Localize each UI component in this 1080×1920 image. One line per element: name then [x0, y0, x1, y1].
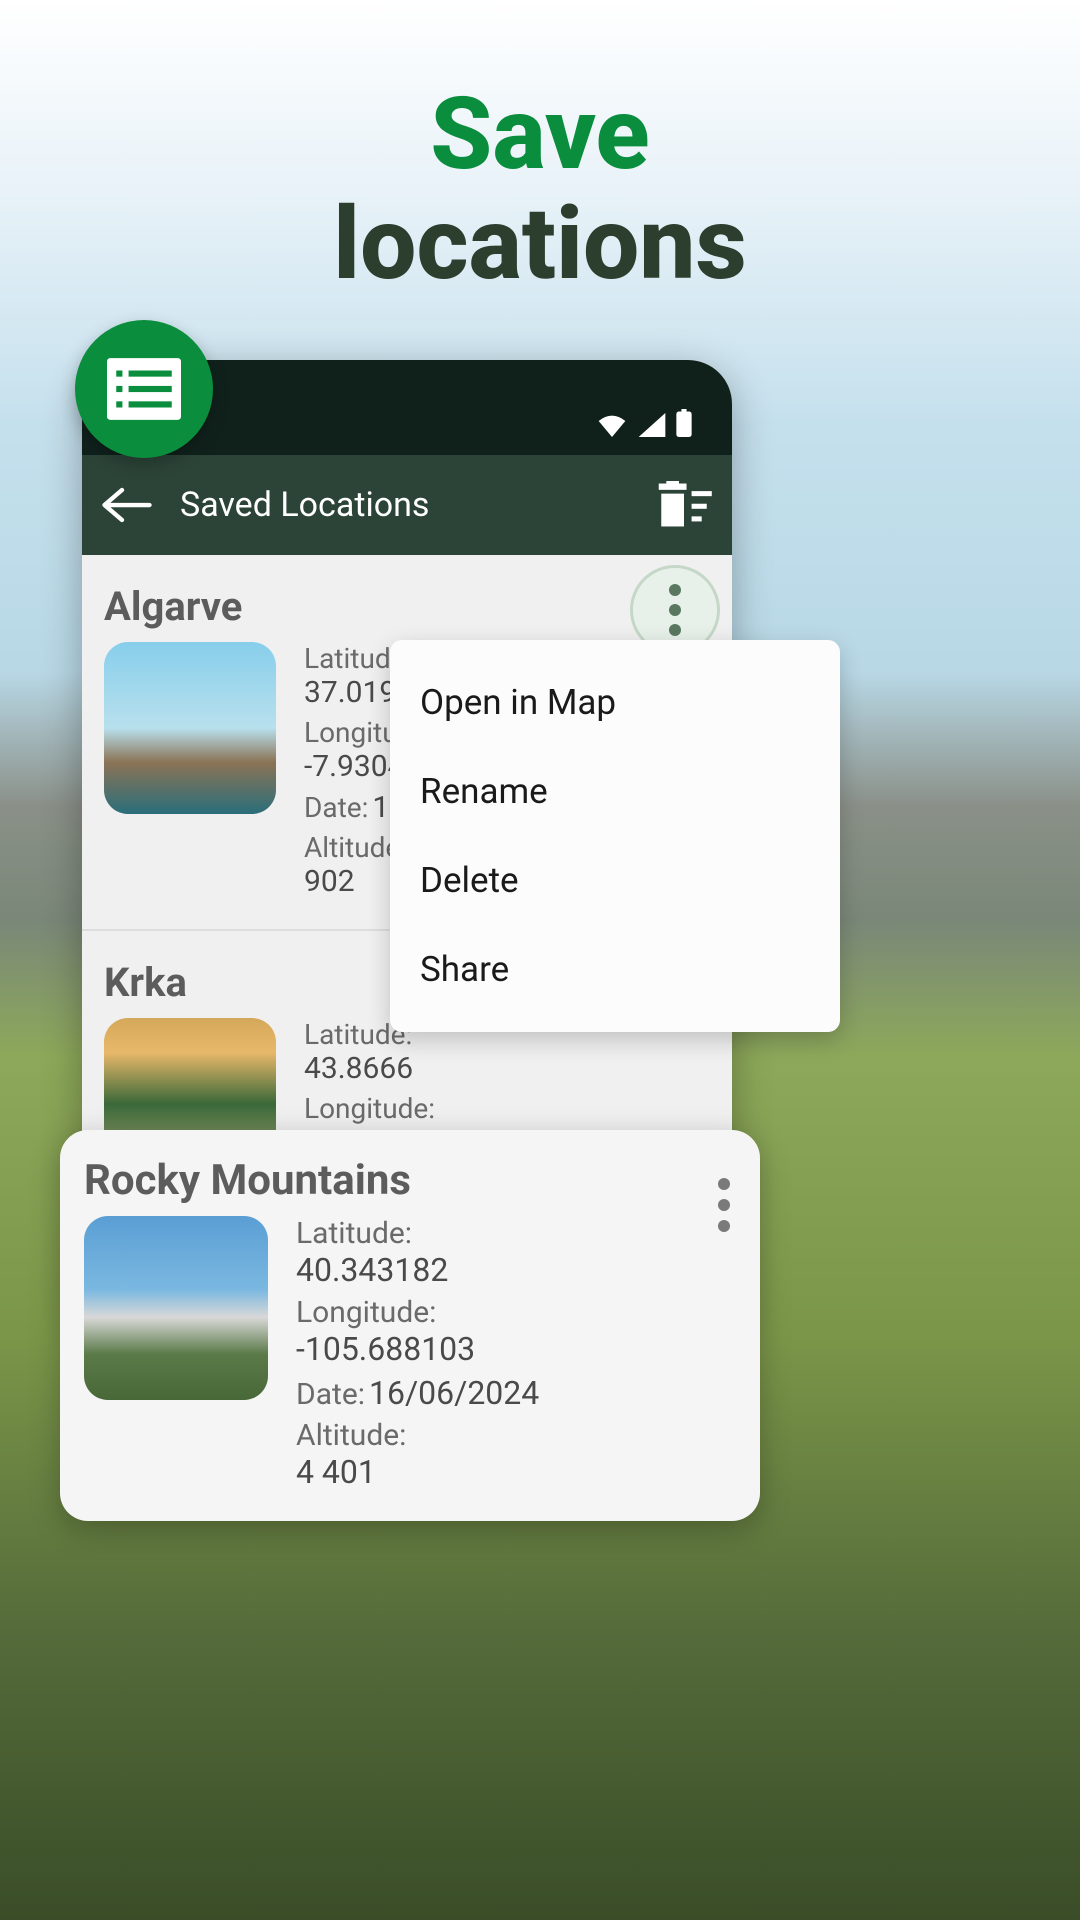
- app-bar-title: Saved Locations: [180, 485, 628, 525]
- signal-icon: [638, 413, 666, 437]
- date-label: Date:: [304, 791, 368, 824]
- battery-icon: [676, 409, 692, 437]
- promo-line2: locations: [0, 190, 1080, 300]
- location-meta: Latitude:40.343182 Longitude:-105.688103…: [296, 1216, 736, 1497]
- location-thumbnail: [104, 642, 276, 814]
- altitude-value: 902: [304, 864, 355, 899]
- longitude-value: -105.688103: [296, 1330, 475, 1368]
- longitude-label: Longitude:: [304, 1092, 710, 1125]
- more-vert-icon: [669, 604, 681, 616]
- item-menu-button[interactable]: [718, 1178, 730, 1232]
- more-vert-icon: [718, 1220, 730, 1232]
- app-bar: Saved Locations: [82, 455, 732, 555]
- promo-headline: Save locations: [0, 80, 1080, 300]
- longitude-label: Longitude:: [296, 1295, 736, 1330]
- more-vert-icon: [718, 1199, 730, 1211]
- date-value: 16/06/2024: [369, 1374, 539, 1412]
- more-vert-icon: [669, 624, 681, 636]
- delete-all-icon[interactable]: [656, 481, 712, 529]
- date-label: Date:: [296, 1377, 365, 1412]
- menu-delete[interactable]: Delete: [390, 836, 840, 925]
- context-menu: Open in Map Rename Delete Share: [390, 640, 840, 1032]
- list-fab-button[interactable]: [75, 320, 213, 458]
- location-thumbnail: [84, 1216, 268, 1400]
- latitude-label: Latitude:: [296, 1216, 736, 1251]
- altitude-value: 4 401: [296, 1453, 376, 1491]
- location-item-rocky-mountains[interactable]: Rocky Mountains Latitude:40.343182 Longi…: [60, 1130, 760, 1521]
- altitude-label: Altitude:: [296, 1418, 736, 1453]
- list-icon: [107, 358, 181, 420]
- more-vert-icon: [669, 584, 681, 596]
- latitude-value: 43.8666: [304, 1051, 413, 1086]
- wifi-icon: [596, 413, 628, 437]
- menu-share[interactable]: Share: [390, 925, 840, 1014]
- menu-open-in-map[interactable]: Open in Map: [390, 658, 840, 747]
- latitude-value: 40.343182: [296, 1251, 448, 1289]
- back-arrow-icon[interactable]: [102, 487, 152, 523]
- more-vert-icon: [718, 1178, 730, 1190]
- location-name: Rocky Mountains: [84, 1158, 736, 1204]
- menu-rename[interactable]: Rename: [390, 747, 840, 836]
- location-name: Algarve: [104, 583, 710, 630]
- promo-line1: Save: [0, 80, 1080, 190]
